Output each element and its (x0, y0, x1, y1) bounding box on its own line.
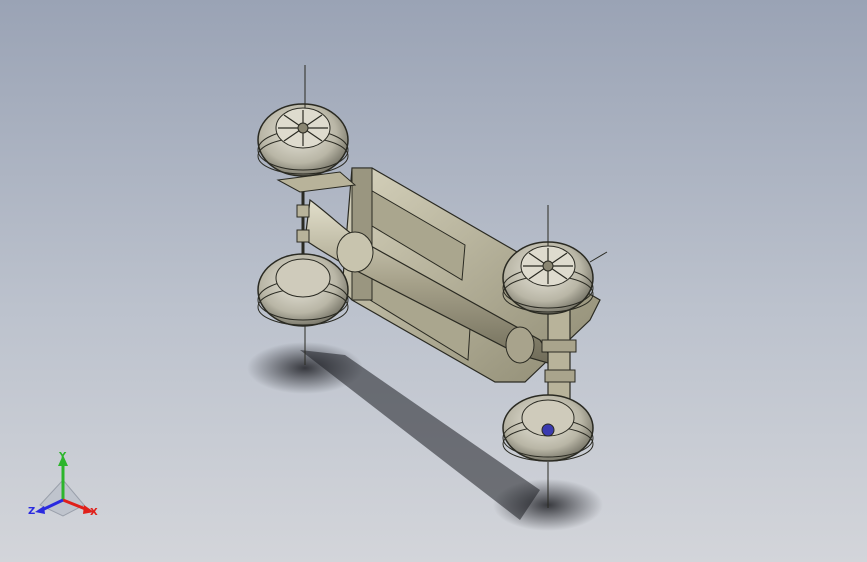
graphics-viewport[interactable]: Y X Z (0, 0, 867, 562)
y-axis-label: Y (58, 451, 67, 462)
3d-model-view[interactable]: Y X Z (0, 0, 867, 562)
wheel-front-top[interactable] (257, 65, 349, 177)
x-axis-label: X (90, 507, 98, 518)
axis-triad[interactable]: Y X Z (28, 451, 98, 518)
z-axis-label: Z (28, 506, 35, 517)
